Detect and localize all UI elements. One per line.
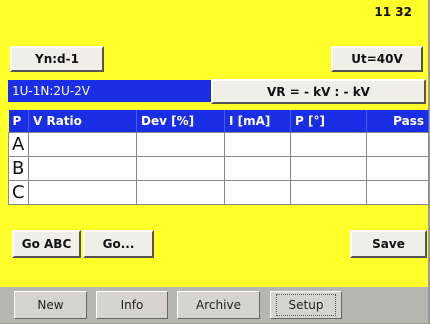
current-cell bbox=[224, 132, 291, 157]
current-cell bbox=[224, 156, 291, 181]
tab-info[interactable]: Info bbox=[96, 291, 168, 319]
col-header-v-ratio: V Ratio bbox=[28, 110, 137, 133]
table-header-row: P V Ratio Dev [%] I [mA] P [°] Pass bbox=[8, 110, 429, 133]
deviation-cell bbox=[136, 180, 225, 205]
test-voltage-button[interactable]: Ut=40V bbox=[331, 46, 423, 72]
voltage-ratio-button[interactable]: VR = - kV : - kV bbox=[211, 79, 426, 104]
col-header-phase: P bbox=[8, 110, 29, 133]
phase-cell: A bbox=[8, 132, 29, 157]
col-header-phase-angle: P [°] bbox=[290, 110, 367, 133]
phase-angle-cell bbox=[290, 132, 367, 157]
winding-connection-label: 1U-1N:2U-2V bbox=[8, 80, 213, 102]
table-row[interactable]: B bbox=[8, 156, 429, 181]
col-header-current: I [mA] bbox=[224, 110, 291, 133]
v-ratio-cell bbox=[28, 156, 137, 181]
clock: 11 32 bbox=[374, 5, 412, 19]
deviation-cell bbox=[136, 156, 225, 181]
phase-cell: B bbox=[8, 156, 29, 181]
pass-cell bbox=[366, 180, 429, 205]
tab-archive[interactable]: Archive bbox=[177, 291, 260, 319]
table-row[interactable]: A bbox=[8, 132, 429, 157]
go-abc-button[interactable]: Go ABC bbox=[12, 230, 81, 258]
tab-setup[interactable]: Setup bbox=[270, 291, 342, 319]
pass-cell bbox=[366, 132, 429, 157]
bottom-tab-bar: New Info Archive Setup bbox=[0, 287, 428, 323]
v-ratio-cell bbox=[28, 132, 137, 157]
ratio-test-screen: 11 32 Yn:d-1 Ut=40V 1U-1N:2U-2V VR = - k… bbox=[0, 0, 430, 324]
tab-new[interactable]: New bbox=[14, 291, 87, 319]
col-header-pass: Pass bbox=[366, 110, 429, 133]
v-ratio-cell bbox=[28, 180, 137, 205]
table-row[interactable]: C bbox=[8, 180, 429, 205]
deviation-cell bbox=[136, 132, 225, 157]
phase-angle-cell bbox=[290, 156, 367, 181]
save-button[interactable]: Save bbox=[350, 230, 427, 258]
go-button[interactable]: Go... bbox=[83, 230, 154, 258]
pass-cell bbox=[366, 156, 429, 181]
current-cell bbox=[224, 180, 291, 205]
phase-angle-cell bbox=[290, 180, 367, 205]
results-table: P V Ratio Dev [%] I [mA] P [°] Pass A B bbox=[8, 110, 429, 205]
col-header-deviation: Dev [%] bbox=[136, 110, 225, 133]
vector-group-button[interactable]: Yn:d-1 bbox=[10, 46, 104, 72]
phase-cell: C bbox=[8, 180, 29, 205]
tab-setup-label: Setup bbox=[275, 294, 337, 316]
